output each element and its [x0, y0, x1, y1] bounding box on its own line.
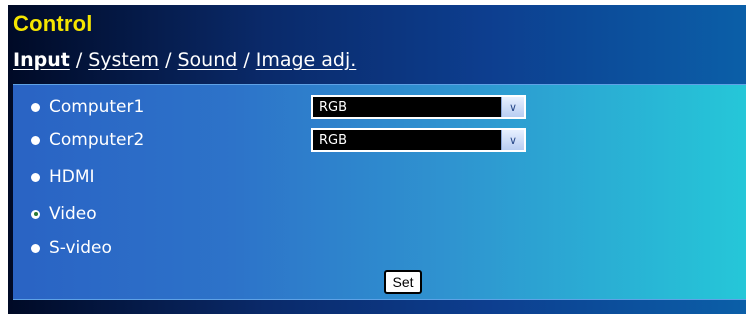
- chevron-down-icon[interactable]: ∨: [501, 130, 524, 150]
- radio-button-icon[interactable]: [31, 243, 40, 253]
- radio-button-icon[interactable]: [31, 135, 40, 145]
- input-option-computer1[interactable]: Computer1: [31, 94, 144, 120]
- computer2-signal-select[interactable]: RGB ∨: [311, 128, 526, 152]
- nav-breadcrumb: Input / System / Sound / Image adj.: [13, 49, 356, 71]
- control-frame: Control Input / System / Sound / Image adj. Co…: [8, 5, 746, 314]
- computer1-signal-select[interactable]: RGB ∨: [311, 95, 526, 119]
- select-value: RGB: [319, 99, 348, 115]
- radio-button-icon[interactable]: [31, 102, 40, 112]
- input-panel: Computer1 RGB ∨ Computer2 RGB ∨ HDMI Vid…: [13, 84, 746, 300]
- radio-button-icon[interactable]: [31, 172, 40, 182]
- input-option-label: S-video: [49, 238, 112, 258]
- nav-separator: /: [165, 49, 172, 71]
- input-option-label: Video: [49, 204, 97, 224]
- input-option-video[interactable]: Video: [31, 201, 97, 227]
- chevron-down-icon[interactable]: ∨: [501, 97, 524, 117]
- input-option-computer2[interactable]: Computer2: [31, 127, 144, 153]
- radio-button-icon[interactable]: [31, 209, 40, 219]
- input-option-label: Computer2: [49, 130, 145, 150]
- nav-link-image-adj[interactable]: Image adj.: [256, 49, 357, 71]
- input-option-label: HDMI: [49, 167, 95, 187]
- set-button[interactable]: Set: [384, 270, 422, 294]
- input-option-label: Computer1: [49, 97, 145, 117]
- input-option-hdmi[interactable]: HDMI: [31, 164, 95, 190]
- select-value: RGB: [319, 132, 348, 148]
- nav-link-sound[interactable]: Sound: [177, 49, 237, 71]
- page-title: Control: [13, 11, 93, 36]
- nav-link-input[interactable]: Input: [13, 49, 70, 71]
- nav-link-system[interactable]: System: [88, 49, 159, 71]
- nav-separator: /: [75, 49, 83, 71]
- input-option-s-video[interactable]: S-video: [31, 235, 112, 261]
- nav-separator: /: [243, 49, 250, 71]
